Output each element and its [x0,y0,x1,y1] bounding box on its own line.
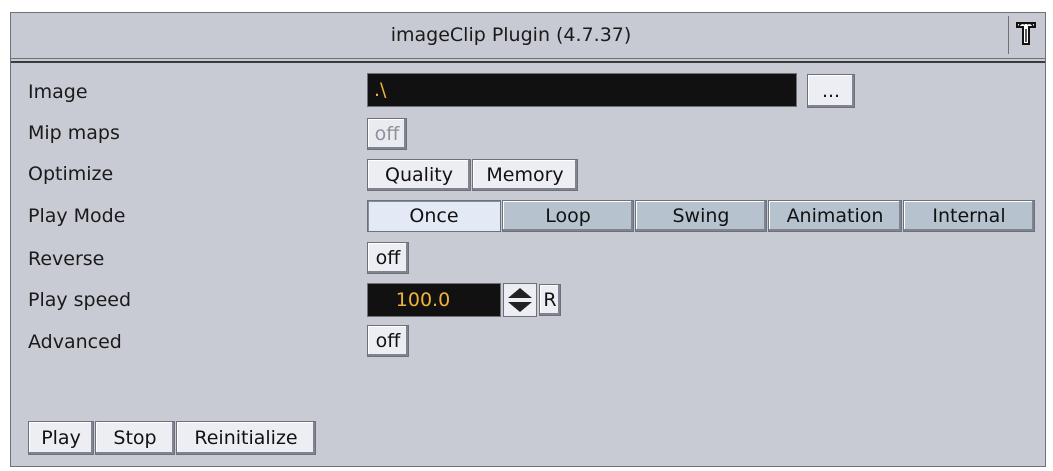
plugin-panel: imageClip Plugin (4.7.37) Image .\ ... M… [10,12,1046,467]
title-bar: imageClip Plugin (4.7.37) [11,13,1045,59]
play-speed-field[interactable]: 100.0 [367,283,501,317]
play-mode-once[interactable]: Once [367,200,501,232]
play-mode-animation[interactable]: Animation [768,200,902,232]
advanced-label: Advanced [28,331,122,353]
optimize-option-memory[interactable]: Memory [472,159,578,191]
reverse-label: Reverse [28,248,105,270]
plugin-logo-icon[interactable] [1008,16,1043,54]
play-mode-label: Play Mode [28,205,126,227]
browse-button[interactable]: ... [807,74,855,108]
optimize-option-quality[interactable]: Quality [367,159,471,191]
advanced-toggle[interactable]: off [367,325,409,357]
separator [11,61,1045,63]
mip-maps-label: Mip maps [28,122,120,144]
play-speed-value: 100.0 [395,289,451,311]
play-mode-loop[interactable]: Loop [502,200,634,232]
reverse-toggle[interactable]: off [367,242,409,274]
reinitialize-button[interactable]: Reinitialize [176,421,316,455]
image-path-field[interactable]: .\ [367,73,797,107]
play-button[interactable]: Play [28,421,94,455]
play-speed-reset-button[interactable]: R [539,284,561,316]
play-speed-stepper[interactable] [503,283,537,317]
panel-title: imageClip Plugin (4.7.37) [390,24,632,46]
play-speed-label: Play speed [28,289,132,311]
stop-button[interactable]: Stop [95,421,175,455]
up-down-arrows-icon [508,288,532,312]
play-mode-internal[interactable]: Internal [903,200,1035,232]
mip-maps-toggle[interactable]: off [367,118,407,150]
play-mode-swing[interactable]: Swing [635,200,767,232]
image-path-value: .\ [374,79,387,101]
image-label: Image [28,81,88,103]
optimize-label: Optimize [28,163,114,185]
